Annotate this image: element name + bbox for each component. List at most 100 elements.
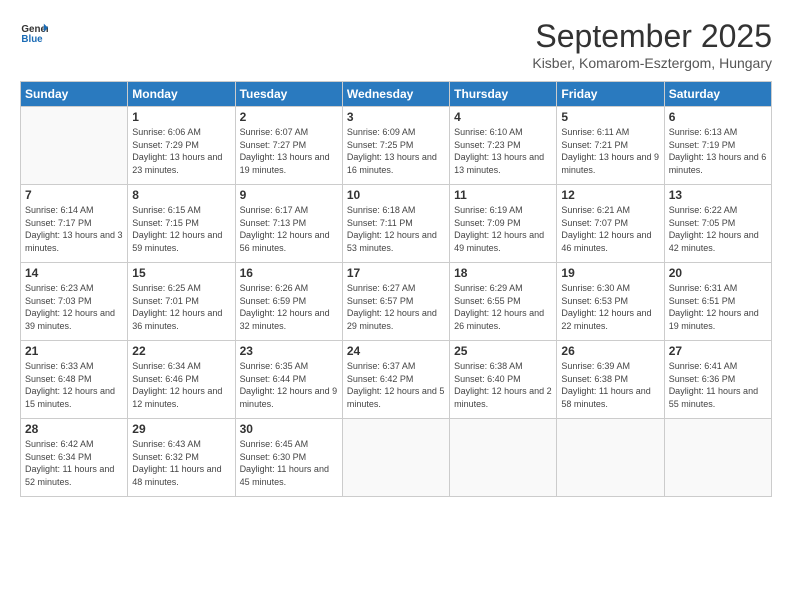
day-cell: 19 Sunrise: 6:30 AMSunset: 6:53 PMDayligh… <box>557 263 664 341</box>
day-number: 29 <box>132 422 230 436</box>
day-number: 7 <box>25 188 123 202</box>
day-info: Sunrise: 6:33 AMSunset: 6:48 PMDaylight:… <box>25 360 123 410</box>
day-cell: 30 Sunrise: 6:45 AMSunset: 6:30 PMDayligh… <box>235 419 342 497</box>
day-info: Sunrise: 6:09 AMSunset: 7:25 PMDaylight:… <box>347 126 445 176</box>
calendar-body: 1Sunrise: 6:06 AMSunset: 7:29 PMDaylight… <box>21 107 772 497</box>
day-number: 30 <box>240 422 338 436</box>
day-info: Sunrise: 6:21 AMSunset: 7:07 PMDaylight:… <box>561 204 659 254</box>
day-info: Sunrise: 6:37 AMSunset: 6:42 PMDaylight:… <box>347 360 445 410</box>
day-info: Sunrise: 6:26 AMSunset: 6:59 PMDaylight:… <box>240 282 338 332</box>
day-cell <box>664 419 771 497</box>
col-wednesday: Wednesday <box>342 82 449 107</box>
day-cell <box>450 419 557 497</box>
col-thursday: Thursday <box>450 82 557 107</box>
calendar-table: Sunday Monday Tuesday Wednesday Thursday… <box>20 81 772 497</box>
day-info: Sunrise: 6:14 AMSunset: 7:17 PMDaylight:… <box>25 204 123 254</box>
day-number: 27 <box>669 344 767 358</box>
day-info: Sunrise: 6:39 AMSunset: 6:38 PMDaylight:… <box>561 360 659 410</box>
day-cell: 28 Sunrise: 6:42 AMSunset: 6:34 PMDayligh… <box>21 419 128 497</box>
day-info: Sunrise: 6:13 AMSunset: 7:19 PMDaylight:… <box>669 126 767 176</box>
day-info: Sunrise: 6:35 AMSunset: 6:44 PMDaylight:… <box>240 360 338 410</box>
day-cell: 20 Sunrise: 6:31 AMSunset: 6:51 PMDayligh… <box>664 263 771 341</box>
day-number: 5 <box>561 110 659 124</box>
day-info: Sunrise: 6:25 AMSunset: 7:01 PMDaylight:… <box>132 282 230 332</box>
header-row: Sunday Monday Tuesday Wednesday Thursday… <box>21 82 772 107</box>
day-info: Sunrise: 6:45 AMSunset: 6:30 PMDaylight:… <box>240 438 338 488</box>
day-cell: 18 Sunrise: 6:29 AMSunset: 6:55 PMDayligh… <box>450 263 557 341</box>
day-number: 11 <box>454 188 552 202</box>
day-cell: 17 Sunrise: 6:27 AMSunset: 6:57 PMDayligh… <box>342 263 449 341</box>
day-info: Sunrise: 6:31 AMSunset: 6:51 PMDaylight:… <box>669 282 767 332</box>
day-cell <box>21 107 128 185</box>
week-row-3: 21 Sunrise: 6:33 AMSunset: 6:48 PMDayligh… <box>21 341 772 419</box>
day-info: Sunrise: 6:19 AMSunset: 7:09 PMDaylight:… <box>454 204 552 254</box>
col-friday: Friday <box>557 82 664 107</box>
day-number: 20 <box>669 266 767 280</box>
day-number: 17 <box>347 266 445 280</box>
week-row-4: 28 Sunrise: 6:42 AMSunset: 6:34 PMDayligh… <box>21 419 772 497</box>
day-number: 15 <box>132 266 230 280</box>
day-number: 18 <box>454 266 552 280</box>
day-number: 22 <box>132 344 230 358</box>
day-cell: 9 Sunrise: 6:17 AMSunset: 7:13 PMDaylight… <box>235 185 342 263</box>
day-number: 10 <box>347 188 445 202</box>
col-saturday: Saturday <box>664 82 771 107</box>
day-cell: 22 Sunrise: 6:34 AMSunset: 6:46 PMDayligh… <box>128 341 235 419</box>
day-number: 1 <box>132 110 230 124</box>
day-cell: 26 Sunrise: 6:39 AMSunset: 6:38 PMDayligh… <box>557 341 664 419</box>
day-info: Sunrise: 6:29 AMSunset: 6:55 PMDaylight:… <box>454 282 552 332</box>
day-number: 16 <box>240 266 338 280</box>
day-number: 3 <box>347 110 445 124</box>
day-info: Sunrise: 6:34 AMSunset: 6:46 PMDaylight:… <box>132 360 230 410</box>
day-info: Sunrise: 6:41 AMSunset: 6:36 PMDaylight:… <box>669 360 767 410</box>
day-number: 2 <box>240 110 338 124</box>
day-number: 9 <box>240 188 338 202</box>
day-info: Sunrise: 6:23 AMSunset: 7:03 PMDaylight:… <box>25 282 123 332</box>
day-info: Sunrise: 6:30 AMSunset: 6:53 PMDaylight:… <box>561 282 659 332</box>
day-cell: 10 Sunrise: 6:18 AMSunset: 7:11 PMDayligh… <box>342 185 449 263</box>
month-title: September 2025 <box>532 18 772 55</box>
day-number: 8 <box>132 188 230 202</box>
location-title: Kisber, Komarom-Esztergom, Hungary <box>532 55 772 71</box>
day-cell: 11 Sunrise: 6:19 AMSunset: 7:09 PMDayligh… <box>450 185 557 263</box>
logo: General Blue <box>20 18 48 46</box>
day-cell: 29 Sunrise: 6:43 AMSunset: 6:32 PMDayligh… <box>128 419 235 497</box>
day-number: 4 <box>454 110 552 124</box>
day-info: Sunrise: 6:27 AMSunset: 6:57 PMDaylight:… <box>347 282 445 332</box>
day-info: Sunrise: 6:11 AMSunset: 7:21 PMDaylight:… <box>561 126 659 176</box>
day-cell: 27 Sunrise: 6:41 AMSunset: 6:36 PMDayligh… <box>664 341 771 419</box>
day-cell: 25Sunrise: 6:38 AMSunset: 6:40 PMDayligh… <box>450 341 557 419</box>
day-number: 12 <box>561 188 659 202</box>
day-number: 24 <box>347 344 445 358</box>
day-info: Sunrise: 6:17 AMSunset: 7:13 PMDaylight:… <box>240 204 338 254</box>
day-info: Sunrise: 6:18 AMSunset: 7:11 PMDaylight:… <box>347 204 445 254</box>
day-cell: 3 Sunrise: 6:09 AMSunset: 7:25 PMDaylight… <box>342 107 449 185</box>
day-info: Sunrise: 6:42 AMSunset: 6:34 PMDaylight:… <box>25 438 123 488</box>
day-cell: 21 Sunrise: 6:33 AMSunset: 6:48 PMDayligh… <box>21 341 128 419</box>
day-cell: 24 Sunrise: 6:37 AMSunset: 6:42 PMDayligh… <box>342 341 449 419</box>
day-cell: 2 Sunrise: 6:07 AMSunset: 7:27 PMDaylight… <box>235 107 342 185</box>
day-cell: 14Sunrise: 6:23 AMSunset: 7:03 PMDayligh… <box>21 263 128 341</box>
day-cell: 16 Sunrise: 6:26 AMSunset: 6:59 PMDayligh… <box>235 263 342 341</box>
page: General Blue September 2025 Kisber, Koma… <box>0 0 792 612</box>
day-cell: 4 Sunrise: 6:10 AMSunset: 7:23 PMDaylight… <box>450 107 557 185</box>
day-cell: 13Sunrise: 6:22 AMSunset: 7:05 PMDayligh… <box>664 185 771 263</box>
header: General Blue September 2025 Kisber, Koma… <box>20 18 772 71</box>
day-cell: 1Sunrise: 6:06 AMSunset: 7:29 PMDaylight… <box>128 107 235 185</box>
day-info: Sunrise: 6:43 AMSunset: 6:32 PMDaylight:… <box>132 438 230 488</box>
logo-icon: General Blue <box>20 18 48 46</box>
day-number: 6 <box>669 110 767 124</box>
col-tuesday: Tuesday <box>235 82 342 107</box>
day-cell: 15 Sunrise: 6:25 AMSunset: 7:01 PMDayligh… <box>128 263 235 341</box>
day-number: 21 <box>25 344 123 358</box>
svg-text:Blue: Blue <box>21 34 43 45</box>
day-number: 23 <box>240 344 338 358</box>
title-block: September 2025 Kisber, Komarom-Esztergom… <box>532 18 772 71</box>
day-number: 26 <box>561 344 659 358</box>
day-info: Sunrise: 6:07 AMSunset: 7:27 PMDaylight:… <box>240 126 338 176</box>
day-number: 28 <box>25 422 123 436</box>
day-cell: 12 Sunrise: 6:21 AMSunset: 7:07 PMDayligh… <box>557 185 664 263</box>
day-cell: 8Sunrise: 6:15 AMSunset: 7:15 PMDaylight… <box>128 185 235 263</box>
day-number: 19 <box>561 266 659 280</box>
day-info: Sunrise: 6:10 AMSunset: 7:23 PMDaylight:… <box>454 126 552 176</box>
